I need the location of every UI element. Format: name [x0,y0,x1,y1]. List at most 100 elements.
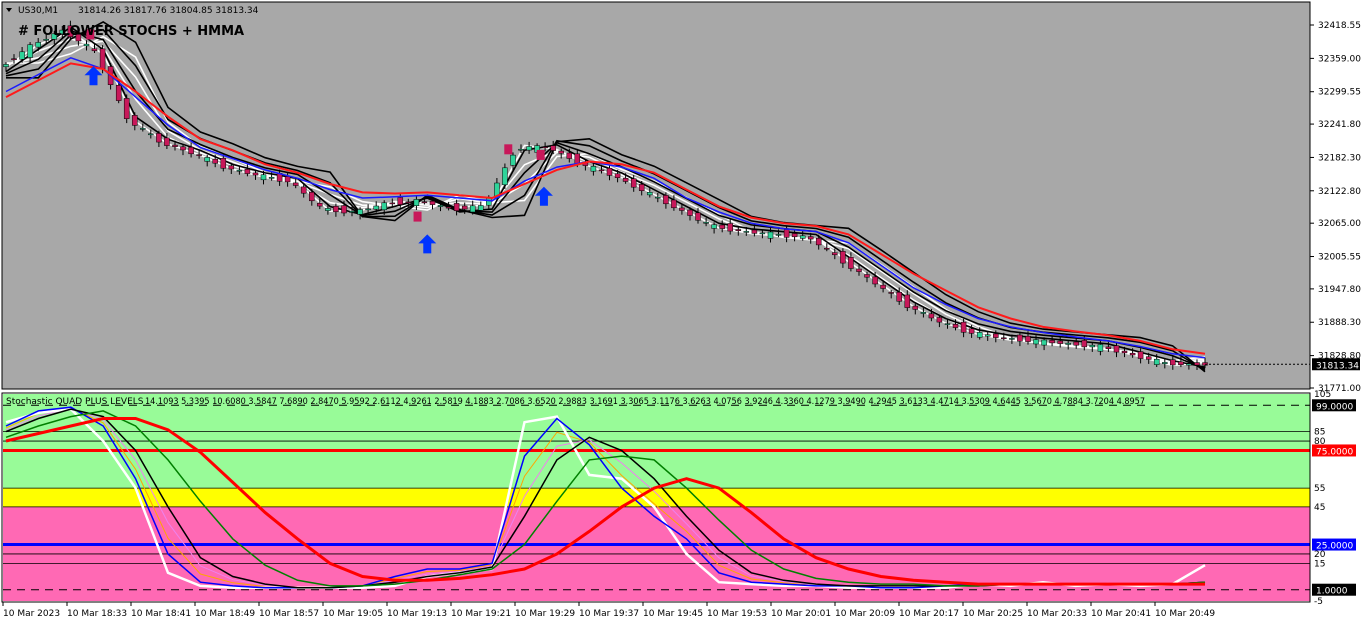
candle-bearish [300,186,307,194]
candle-bullish [775,234,782,236]
candle-bullish [655,196,661,199]
candle-bullish [1041,339,1047,346]
candle-bearish [840,251,846,264]
candle-bullish [140,128,146,130]
candle-bearish [212,158,218,164]
candle-bullish [510,154,516,166]
candle-bullish [1009,338,1015,340]
candle-bearish [896,291,902,302]
candle-bullish [27,44,33,58]
candle-bearish [421,201,428,203]
candle-bearish [461,205,468,210]
candle-bearish [1121,350,1128,354]
time-axis-tick-label: 10 Mar 20:01 [771,609,831,619]
candle-bullish [590,166,597,172]
stochastic-axis-tick-label: 45 [1314,503,1325,513]
time-axis-tick-label: 10 Mar 19:13 [387,609,447,619]
candle-bearish [397,197,404,205]
candle-bearish [1025,335,1031,342]
time-axis-tick-label: 10 Mar 19:21 [451,609,511,619]
trading-chart[interactable]: 32418.55 32359.00 32299.55 32241.80 32182.30… [0,0,1362,624]
price-axis-tick-label: 32241.80 [1318,120,1361,130]
candle-bullish [944,323,951,325]
candle-bearish [445,206,452,209]
candle-bullish [1089,344,1096,348]
price-axis-tick-label: 32122.80 [1318,187,1361,197]
time-axis-tick-label: 10 Mar 2023 [3,609,60,619]
time-axis-tick-label: 10 Mar 20:41 [1091,609,1151,619]
candle-bearish [727,223,733,232]
candle-bearish [558,150,564,154]
time-axis-tick-label: 10 Mar 18:41 [131,609,191,619]
candle-bullish [1162,362,1168,364]
level-badge-label: 99.0000 [1316,402,1353,412]
candle-bearish [783,229,790,238]
time-axis: 10 Mar 2023 10 Mar 18:33 10 Mar 18:41 10 Ma… [2,602,1215,619]
level-badge-label: 1.0000 [1316,587,1348,597]
candle-bullish [83,43,90,47]
candle-bearish [11,58,17,61]
candle-bearish [872,276,878,285]
candle-bullish [759,232,766,235]
price-axis-tick-label: 32418.55 [1318,21,1361,31]
candle-bearish [164,137,170,146]
candle-bearish [1081,340,1088,348]
candle-bearish [99,48,106,69]
current-price-label: 31813.34 [1316,361,1359,371]
stochastic-axis[interactable] [1311,393,1362,602]
symbol-ohlc: 31814.26 31817.76 31804.85 31813.34 [78,6,259,16]
candle-bearish [856,268,862,272]
stochastic-axis-tick-label: 55 [1314,484,1325,494]
candle-bullish [1186,363,1192,366]
candle-bullish [743,231,750,233]
candle-bullish [373,205,379,210]
time-axis-tick-label: 10 Mar 19:05 [323,609,383,619]
time-axis-tick-label: 10 Mar 20:33 [1027,609,1087,619]
candle-bearish [848,257,854,269]
candle-bearish [123,98,130,119]
candle-bearish [735,229,742,231]
candle-bearish [252,172,259,176]
candle-bearish [156,133,162,143]
candle-bearish [1049,340,1055,344]
candle-bearish [751,229,758,234]
candle-bearish [912,305,919,310]
time-axis-tick-label: 10 Mar 20:17 [899,609,959,619]
candle-bearish [405,201,412,204]
candle-bearish [1145,356,1152,360]
candle-bullish [381,202,387,211]
candle-bullish [526,146,532,151]
candle-bearish [695,212,701,221]
candle-bullish [204,157,210,162]
candle-bullish [268,177,275,179]
stochastic-zones [3,394,1310,601]
candle-bearish [614,173,621,178]
time-axis-tick-label: 10 Mar 19:45 [643,609,703,619]
candle-bullish [767,231,774,239]
candle-bearish [1057,340,1063,344]
candle-bearish [220,158,227,169]
candle-bullish [984,334,991,337]
symbol-name: US30,M1 [18,6,58,16]
candle-bullish [35,42,41,48]
candle-bearish [309,191,315,202]
candle-bearish [1073,341,1079,346]
level-badge-label: 25.0000 [1316,542,1353,552]
time-axis-tick-label: 10 Mar 18:57 [259,609,319,619]
price-axis-tick-label: 31947.80 [1318,285,1361,295]
candle-bearish [864,274,870,278]
candle-bearish [453,203,460,211]
candle-bearish [638,184,645,191]
candle-bullish [518,148,524,151]
candle-bullish [1033,339,1039,345]
candle-bearish [663,195,669,205]
candle-bullish [502,167,508,186]
candle-bearish [815,237,822,246]
candle-bullish [1065,342,1071,345]
candle-bullish [703,222,709,224]
price-axis-tick-label: 32005.55 [1318,253,1361,263]
candle-bearish [292,182,299,186]
candle-bullish [920,312,927,314]
time-axis-tick-label: 10 Mar 19:53 [707,609,767,619]
candle-bearish [679,207,685,211]
